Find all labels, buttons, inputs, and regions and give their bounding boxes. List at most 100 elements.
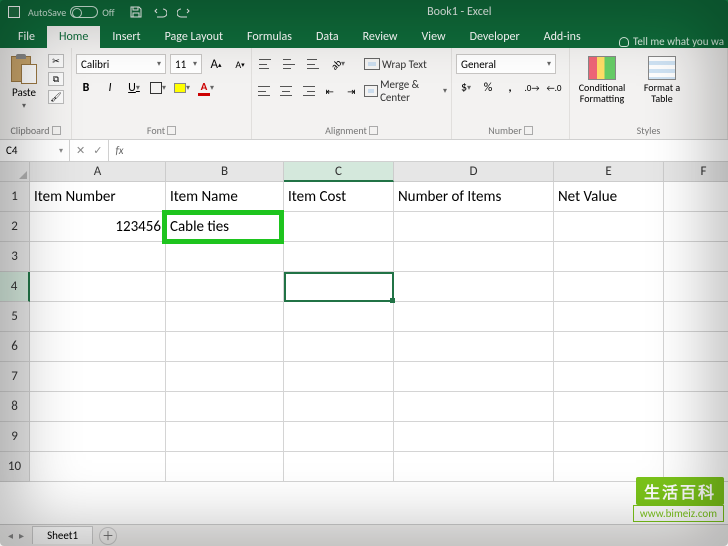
wrap-text-button[interactable]: Wrap Text	[364, 58, 427, 71]
cell[interactable]	[554, 302, 664, 332]
cell[interactable]	[664, 422, 728, 452]
cut-icon[interactable]: ✂	[48, 54, 64, 68]
border-button[interactable]: ▾	[148, 78, 168, 98]
cell[interactable]: Item Cost	[284, 182, 394, 212]
add-sheet-button[interactable]: ＋	[99, 527, 117, 545]
cell[interactable]	[394, 362, 554, 392]
cell[interactable]	[284, 332, 394, 362]
cell[interactable]	[664, 302, 728, 332]
tab-developer[interactable]: Developer	[458, 26, 532, 48]
cell[interactable]	[284, 422, 394, 452]
align-center-button[interactable]	[278, 81, 296, 101]
cell[interactable]	[284, 242, 394, 272]
tab-review[interactable]: Review	[351, 26, 410, 48]
cell[interactable]	[664, 242, 728, 272]
cell[interactable]	[394, 452, 554, 482]
cell[interactable]	[30, 362, 166, 392]
align-right-button[interactable]	[299, 81, 317, 101]
col-header-f[interactable]: F	[664, 162, 728, 182]
autosave-toggle[interactable]: AutoSave Off	[28, 6, 115, 19]
font-size-dropdown[interactable]: 11▾	[170, 54, 202, 74]
cell[interactable]	[554, 242, 664, 272]
sheet-next-icon[interactable]: ▸	[19, 529, 24, 542]
cell[interactable]	[166, 242, 284, 272]
format-as-table-button[interactable]: Format a Table	[634, 52, 690, 104]
enter-icon[interactable]: ✓	[93, 144, 102, 157]
tell-me-search[interactable]: Tell me what you wa	[619, 35, 724, 48]
row-header-7[interactable]: 7	[0, 362, 30, 392]
underline-button[interactable]: U▾	[124, 78, 144, 98]
row-header-10[interactable]: 10	[0, 452, 30, 482]
name-box[interactable]: C4	[0, 140, 70, 161]
font-color-button[interactable]: A▾	[196, 78, 216, 98]
cell[interactable]	[394, 422, 554, 452]
cell[interactable]	[284, 392, 394, 422]
shrink-font-button[interactable]: A▾	[230, 54, 250, 74]
cell[interactable]	[30, 392, 166, 422]
increase-decimal-button[interactable]: .0→	[522, 78, 542, 98]
cell[interactable]	[664, 182, 728, 212]
cell[interactable]	[30, 332, 166, 362]
conditional-formatting-button[interactable]: Conditional Formatting	[574, 52, 630, 104]
save-icon[interactable]	[129, 5, 143, 19]
tab-addins[interactable]: Add-ins	[532, 26, 593, 48]
cell[interactable]	[554, 392, 664, 422]
cell[interactable]	[664, 362, 728, 392]
row-header-9[interactable]: 9	[0, 422, 30, 452]
format-painter-icon[interactable]: 🖌	[48, 90, 64, 104]
cell[interactable]	[30, 452, 166, 482]
row-header-5[interactable]: 5	[0, 302, 30, 332]
cell[interactable]: Number of Items	[394, 182, 554, 212]
dialog-launcher-icon[interactable]	[52, 126, 61, 135]
font-name-dropdown[interactable]: Calibri▾	[76, 54, 166, 74]
paste-button[interactable]: Paste ▾	[4, 50, 44, 111]
align-left-button[interactable]	[256, 81, 274, 101]
accounting-format-button[interactable]: $▾	[456, 78, 476, 98]
align-top-button[interactable]	[256, 54, 276, 74]
dialog-launcher-icon[interactable]	[524, 126, 533, 135]
sheet-prev-icon[interactable]: ◂	[8, 529, 13, 542]
cell[interactable]	[664, 272, 728, 302]
tab-page-layout[interactable]: Page Layout	[153, 26, 235, 48]
number-format-dropdown[interactable]: General▾	[456, 54, 556, 74]
redo-icon[interactable]	[177, 5, 191, 19]
cell[interactable]	[166, 332, 284, 362]
row-header-2[interactable]: 2	[0, 212, 30, 242]
tab-data[interactable]: Data	[304, 26, 351, 48]
select-all-corner[interactable]	[0, 162, 30, 182]
cell[interactable]	[664, 332, 728, 362]
align-bottom-button[interactable]	[304, 54, 324, 74]
cell[interactable]	[394, 242, 554, 272]
tab-insert[interactable]: Insert	[100, 26, 152, 48]
cell[interactable]	[664, 212, 728, 242]
increase-indent-button[interactable]: ⇥	[343, 81, 361, 101]
cell[interactable]	[30, 302, 166, 332]
col-header-e[interactable]: E	[554, 162, 664, 182]
cell[interactable]	[554, 272, 664, 302]
col-header-c[interactable]: C	[284, 162, 394, 182]
copy-icon[interactable]: ⧉	[48, 72, 64, 86]
orientation-button[interactable]: ab▾	[328, 54, 348, 74]
formula-input[interactable]	[130, 140, 728, 161]
cell[interactable]	[284, 452, 394, 482]
grow-font-button[interactable]: A▴	[206, 54, 226, 74]
cell[interactable]	[394, 272, 554, 302]
align-middle-button[interactable]	[280, 54, 300, 74]
row-header-8[interactable]: 8	[0, 392, 30, 422]
cell[interactable]	[166, 452, 284, 482]
italic-button[interactable]: I	[100, 78, 120, 98]
fill-color-button[interactable]: ▾	[172, 78, 192, 98]
cell[interactable]	[166, 392, 284, 422]
tab-home[interactable]: Home	[47, 26, 100, 48]
tab-view[interactable]: View	[410, 26, 458, 48]
dialog-launcher-icon[interactable]	[167, 126, 176, 135]
tab-file[interactable]: File	[6, 26, 47, 48]
cell[interactable]	[394, 212, 554, 242]
decrease-decimal-button[interactable]: ←.0	[544, 78, 564, 98]
cell[interactable]	[166, 272, 284, 302]
merge-center-button[interactable]: Merge & Center ▾	[364, 78, 447, 104]
cell[interactable]	[554, 332, 664, 362]
cell[interactable]	[284, 302, 394, 332]
cell[interactable]	[394, 302, 554, 332]
comma-format-button[interactable]: ,	[500, 78, 520, 98]
